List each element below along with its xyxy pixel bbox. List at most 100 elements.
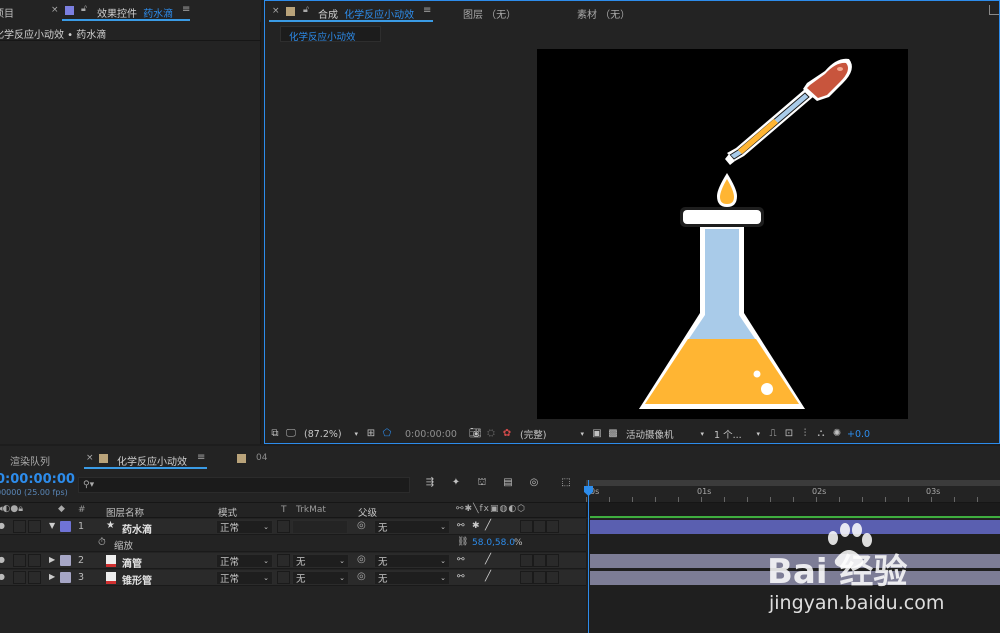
layer-label-color[interactable] (60, 572, 71, 583)
close-icon[interactable]: × (51, 5, 59, 15)
switch-box[interactable] (533, 520, 546, 533)
trkmat-dropdown[interactable]: 无 ⌄ (292, 554, 349, 568)
tab-composition[interactable]: 合成 化学反应小动效 (318, 6, 414, 21)
visibility-toggle[interactable]: ● (0, 555, 5, 564)
time-ruler[interactable]: 0s 01s 02s 03s (586, 480, 1000, 502)
visibility-toggle[interactable]: ● (0, 572, 5, 581)
expand-arrow-icon[interactable]: ▼ (49, 521, 55, 530)
col-layer-name[interactable]: 图层名称 (106, 505, 144, 519)
lock-icon[interactable]: 🔓︎ (303, 5, 309, 15)
pickwhip-icon[interactable]: ◎ (357, 520, 366, 531)
zoom-dropdown[interactable]: (87.2%) ▾ (301, 427, 361, 441)
show-snapshot-icon[interactable]: ⛭ (485, 428, 497, 440)
layer-name[interactable]: 药水滴 (122, 521, 152, 536)
close-icon[interactable]: × (272, 6, 280, 16)
current-time-indicator[interactable] (588, 480, 589, 633)
tab-04[interactable]: 04 (256, 453, 267, 463)
region-of-interest-icon[interactable]: ▣ (591, 428, 603, 440)
layer-row[interactable]: ● ▼ 1 ★ 药水滴 正常 ⌄ ◎ 无 ⌄ ⚯ ✱ ╱ (0, 519, 586, 536)
pickwhip-icon[interactable]: ◎ (357, 571, 366, 582)
preserve-transparency-toggle[interactable] (277, 520, 290, 533)
preserve-transparency-toggle[interactable] (277, 571, 290, 584)
lock-icon[interactable]: 🔓︎ (81, 4, 87, 14)
panel-menu-icon[interactable]: ≡ (182, 4, 190, 15)
layer-name[interactable]: 滴管 (122, 555, 142, 570)
switch-box[interactable] (546, 554, 559, 567)
camera-snapshot-icon[interactable]: 📷︎ (469, 428, 482, 440)
constrain-proportions-icon[interactable]: ⛓ (457, 537, 468, 547)
mode-dropdown[interactable]: 正常 ⌄ (216, 571, 273, 585)
fast-previews-icon[interactable]: ⊡ (783, 428, 795, 440)
switch-box[interactable] (546, 520, 559, 533)
expand-arrow-icon[interactable]: ▶ (49, 555, 55, 564)
frame-blending-icon[interactable]: ▤ (502, 477, 514, 489)
comp-subtab[interactable]: 化学反应小动效 (280, 26, 381, 43)
panel-menu-icon[interactable]: ≡ (423, 5, 431, 16)
mode-dropdown[interactable]: 正常 ⌄ (216, 520, 273, 534)
camera-dropdown[interactable]: 活动摄像机 ▾ (623, 427, 707, 441)
parent-dropdown[interactable]: 无 ⌄ (374, 520, 450, 534)
parent-dropdown[interactable]: 无 ⌄ (374, 571, 450, 585)
color-channels-icon[interactable]: ✿ (501, 428, 513, 440)
motion-blur-icon[interactable]: ◎ (528, 477, 540, 489)
tab-project[interactable]: 项目 (0, 5, 14, 20)
layer-search-field[interactable]: ⚲▾ (78, 477, 410, 493)
shy-layers-icon[interactable]: ⛫ (476, 477, 488, 489)
panel-menu-icon[interactable]: ≡ (197, 452, 205, 463)
expand-arrow-icon[interactable]: ▶ (49, 572, 55, 581)
graph-editor-icon[interactable]: ⬚ (560, 477, 572, 489)
always-preview-icon[interactable]: ⧉ (269, 428, 281, 440)
quality-switch-icon[interactable]: ╱ (485, 554, 491, 565)
preserve-transparency-toggle[interactable] (277, 554, 290, 567)
switch-box[interactable] (520, 554, 533, 567)
tab-timeline-comp[interactable]: 化学反应小动效 (117, 453, 187, 468)
parent-dropdown[interactable]: 无 ⌄ (374, 554, 450, 568)
transparency-grid-icon[interactable]: ▩ (607, 428, 619, 440)
exposure-reset-icon[interactable]: ✺ (831, 428, 843, 440)
layer-name[interactable]: 锥形管 (122, 572, 152, 587)
comp-mini-flowchart-icon[interactable]: ⇶ (424, 477, 436, 489)
audio-toggle[interactable] (13, 571, 26, 584)
toggle-pixel-aspect-icon[interactable]: ⎍ (767, 428, 779, 440)
shy-switch-icon[interactable]: ⚯ (457, 521, 465, 531)
layer-label-color[interactable] (60, 521, 71, 532)
stopwatch-icon[interactable]: ⏱︎ (98, 537, 106, 548)
current-time[interactable]: 0:00:00:00 (405, 429, 465, 440)
layer-label-color[interactable] (60, 555, 71, 566)
switch-box[interactable] (520, 571, 533, 584)
tab-footage[interactable]: 素材 （无） (577, 6, 630, 21)
audio-toggle[interactable] (13, 520, 26, 533)
tab-render-queue[interactable]: 渲染队列 (10, 453, 50, 468)
flowchart-icon[interactable]: ⛬ (815, 428, 827, 440)
exposure-value[interactable]: +0.0 (847, 429, 870, 440)
tab-effects-controls[interactable]: 效果控件 药水滴 (97, 5, 173, 20)
solo-toggle[interactable] (28, 554, 41, 567)
visibility-toggle[interactable]: ● (0, 521, 5, 530)
timeline-icon[interactable]: ⫶ (799, 428, 811, 440)
switch-box[interactable] (533, 554, 546, 567)
draft-3d-icon[interactable]: ✦ (450, 477, 462, 489)
close-icon[interactable]: × (86, 453, 94, 463)
shy-switch-icon[interactable]: ⚯ (457, 555, 465, 565)
quality-switch-icon[interactable]: ╱ (485, 571, 491, 582)
property-row[interactable]: ⏱︎ 缩放 ⛓ 58.0,58.0 % (0, 536, 586, 552)
pickwhip-icon[interactable]: ◎ (357, 554, 366, 565)
audio-toggle[interactable] (13, 554, 26, 567)
work-area-bar[interactable] (586, 480, 1000, 486)
switch-box[interactable] (546, 571, 559, 584)
tab-layer[interactable]: 图层 （无） (463, 6, 516, 21)
layer-row[interactable]: ● ▶ 3 锥形管 正常 ⌄ 无 ⌄ ◎ 无 ⌄ ⚯ ╱ (0, 570, 586, 587)
switch-box[interactable] (520, 520, 533, 533)
solo-toggle[interactable] (28, 520, 41, 533)
trkmat-dropdown[interactable]: 无 ⌄ (292, 571, 349, 585)
quality-switch-icon[interactable]: ╱ (485, 520, 491, 531)
property-value[interactable]: 58.0,58.0 (472, 538, 515, 548)
mask-visibility-icon[interactable]: ⬠ (381, 428, 393, 440)
mode-dropdown[interactable]: 正常 ⌄ (216, 554, 273, 568)
layer-row[interactable]: ● ▶ 2 滴管 正常 ⌄ 无 ⌄ ◎ 无 ⌄ ⚯ ╱ (0, 553, 586, 570)
comp-viewer-canvas[interactable] (537, 49, 908, 419)
shy-switch-icon[interactable]: ⚯ (457, 572, 465, 582)
collapse-switch-icon[interactable]: ✱ (472, 521, 480, 531)
views-dropdown[interactable]: 1 个... ▾ (711, 427, 763, 441)
solo-toggle[interactable] (28, 571, 41, 584)
